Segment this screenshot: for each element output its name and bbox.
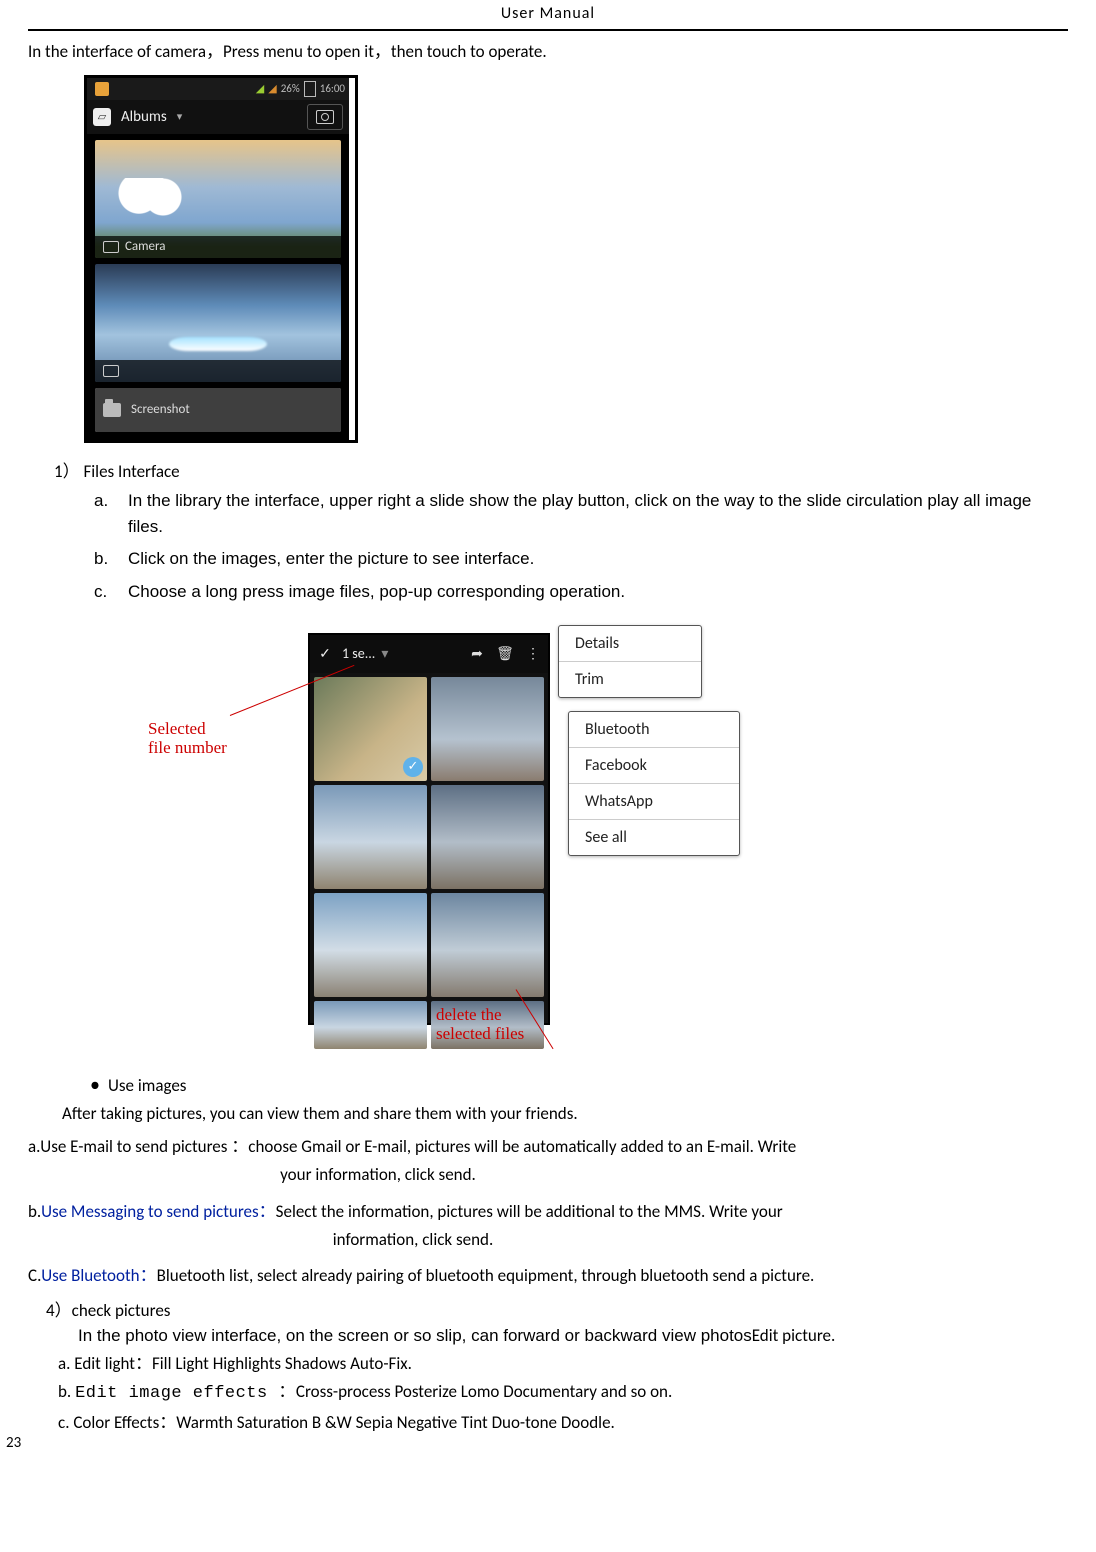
share-icon[interactable]: ➦ bbox=[466, 645, 488, 662]
gallery-app-icon: ▱ bbox=[93, 108, 111, 126]
camera-shortcut-button[interactable] bbox=[307, 104, 343, 130]
edit-options: a. Edit light：Fill Light Highlights Shad… bbox=[58, 1350, 1068, 1439]
section-1-list: a.In the library the interface, upper ri… bbox=[94, 488, 1068, 605]
thumbnail[interactable] bbox=[431, 893, 544, 997]
android-status-bar: ◢ ◢ 26% 16:00 bbox=[87, 78, 349, 100]
album-screenshot-label: Screenshot bbox=[131, 402, 190, 417]
kebab-menu-icon[interactable]: ⋮ bbox=[522, 645, 544, 662]
section-4-heading: 4）check pictures bbox=[46, 1296, 1068, 1321]
menu-item-facebook[interactable]: Facebook bbox=[569, 748, 739, 784]
battery-percent: 26% bbox=[281, 82, 300, 95]
method-bluetooth: C.Use Bluetooth：Bluetooth list, select a… bbox=[28, 1263, 1068, 1289]
thumbnail-selected[interactable]: ✓ bbox=[314, 677, 427, 781]
dropdown-caret-icon: ▾ bbox=[177, 110, 183, 123]
section-4-body: In the photo view interface, on the scre… bbox=[78, 1325, 1068, 1346]
color-effects-line: c. Color Effects：Warmth Saturation B &W … bbox=[58, 1409, 1068, 1438]
signal-icon: ◢ bbox=[256, 82, 264, 95]
use-images-bullet: •Use images bbox=[82, 1073, 1068, 1097]
use-images-intro: After taking pictures, you can view them… bbox=[62, 1103, 1068, 1124]
popup-details-trim: Details Trim bbox=[558, 625, 702, 698]
screenshot-selection: ✓ 1 se... ▾ ➦ 🗑 ⋮ ✓ bbox=[308, 633, 550, 1025]
album-thumb-screenshot[interactable]: Screenshot bbox=[95, 388, 341, 432]
edit-effects-line: b. Edit image effects ：Cross-process Pos… bbox=[58, 1378, 1068, 1409]
camera-icon bbox=[103, 365, 119, 377]
folder-icon bbox=[103, 403, 121, 417]
bullet-dot-icon: • bbox=[82, 1073, 108, 1097]
battery-icon bbox=[304, 81, 316, 97]
selected-count-text: 1 se... bbox=[342, 645, 375, 662]
popup-share-targets: Bluetooth Facebook WhatsApp See all bbox=[568, 711, 740, 856]
thumbnail[interactable] bbox=[431, 785, 544, 889]
page-number: 23 bbox=[6, 1434, 21, 1452]
notif-icon bbox=[95, 82, 109, 96]
thumbnail[interactable] bbox=[431, 677, 544, 781]
status-time: 16:00 bbox=[320, 82, 345, 95]
album-thumb-camera[interactable]: Camera bbox=[95, 140, 341, 258]
dropdown-caret-icon[interactable]: ▾ bbox=[381, 645, 460, 662]
sec1-item-c: Choose a long press image files, pop-up … bbox=[128, 579, 1068, 605]
menu-item-see-all[interactable]: See all bbox=[569, 820, 739, 855]
albums-title-bar: ▱ Albums ▾ bbox=[87, 100, 349, 134]
sec1-item-b: Click on the images, enter the picture t… bbox=[128, 546, 1068, 572]
intro-text: In the interface of camera，Press menu to… bbox=[28, 39, 1068, 65]
edit-light-line: a. Edit light：Fill Light Highlights Shad… bbox=[58, 1350, 1068, 1379]
method-messaging: b.Use Messaging to send pictures：Select … bbox=[28, 1199, 1068, 1254]
album-thumb-default[interactable] bbox=[95, 264, 341, 382]
sec1-item-a: In the library the interface, upper righ… bbox=[128, 488, 1068, 541]
annotation-selected-file-number: Selected file number bbox=[148, 719, 230, 758]
album-camera-label: Camera bbox=[125, 239, 166, 254]
section-1-heading: 1） Files Interface bbox=[54, 457, 1068, 482]
menu-item-bluetooth[interactable]: Bluetooth bbox=[569, 712, 739, 748]
screenshot-selection-area: ✓ 1 se... ▾ ➦ 🗑 ⋮ ✓ Selected file number… bbox=[208, 633, 848, 1053]
annotation-arrow bbox=[230, 715, 340, 717]
albums-label: Albums bbox=[121, 108, 167, 126]
camera-icon bbox=[103, 241, 119, 253]
camera-icon bbox=[316, 110, 334, 124]
done-check-icon[interactable]: ✓ bbox=[314, 643, 336, 665]
signal-icon-2: ◢ bbox=[268, 82, 276, 95]
thumbnail[interactable] bbox=[314, 1001, 427, 1049]
menu-item-trim[interactable]: Trim bbox=[559, 662, 701, 697]
thumbnail[interactable] bbox=[314, 893, 427, 997]
trash-icon[interactable]: 🗑 bbox=[494, 645, 516, 662]
menu-item-details[interactable]: Details bbox=[559, 626, 701, 662]
annotation-delete-selected: delete the selected files bbox=[436, 1005, 556, 1044]
method-email: a.Use E-mail to send pictures ：choose Gm… bbox=[28, 1134, 1068, 1189]
page-header-title: User Manual bbox=[28, 0, 1068, 29]
thumbnail[interactable] bbox=[314, 785, 427, 889]
header-rule bbox=[28, 29, 1068, 31]
menu-item-whatsapp[interactable]: WhatsApp bbox=[569, 784, 739, 820]
selected-check-icon: ✓ bbox=[403, 757, 423, 777]
screenshot-albums: ◢ ◢ 26% 16:00 ▱ Albums ▾ Camera bbox=[84, 75, 358, 443]
